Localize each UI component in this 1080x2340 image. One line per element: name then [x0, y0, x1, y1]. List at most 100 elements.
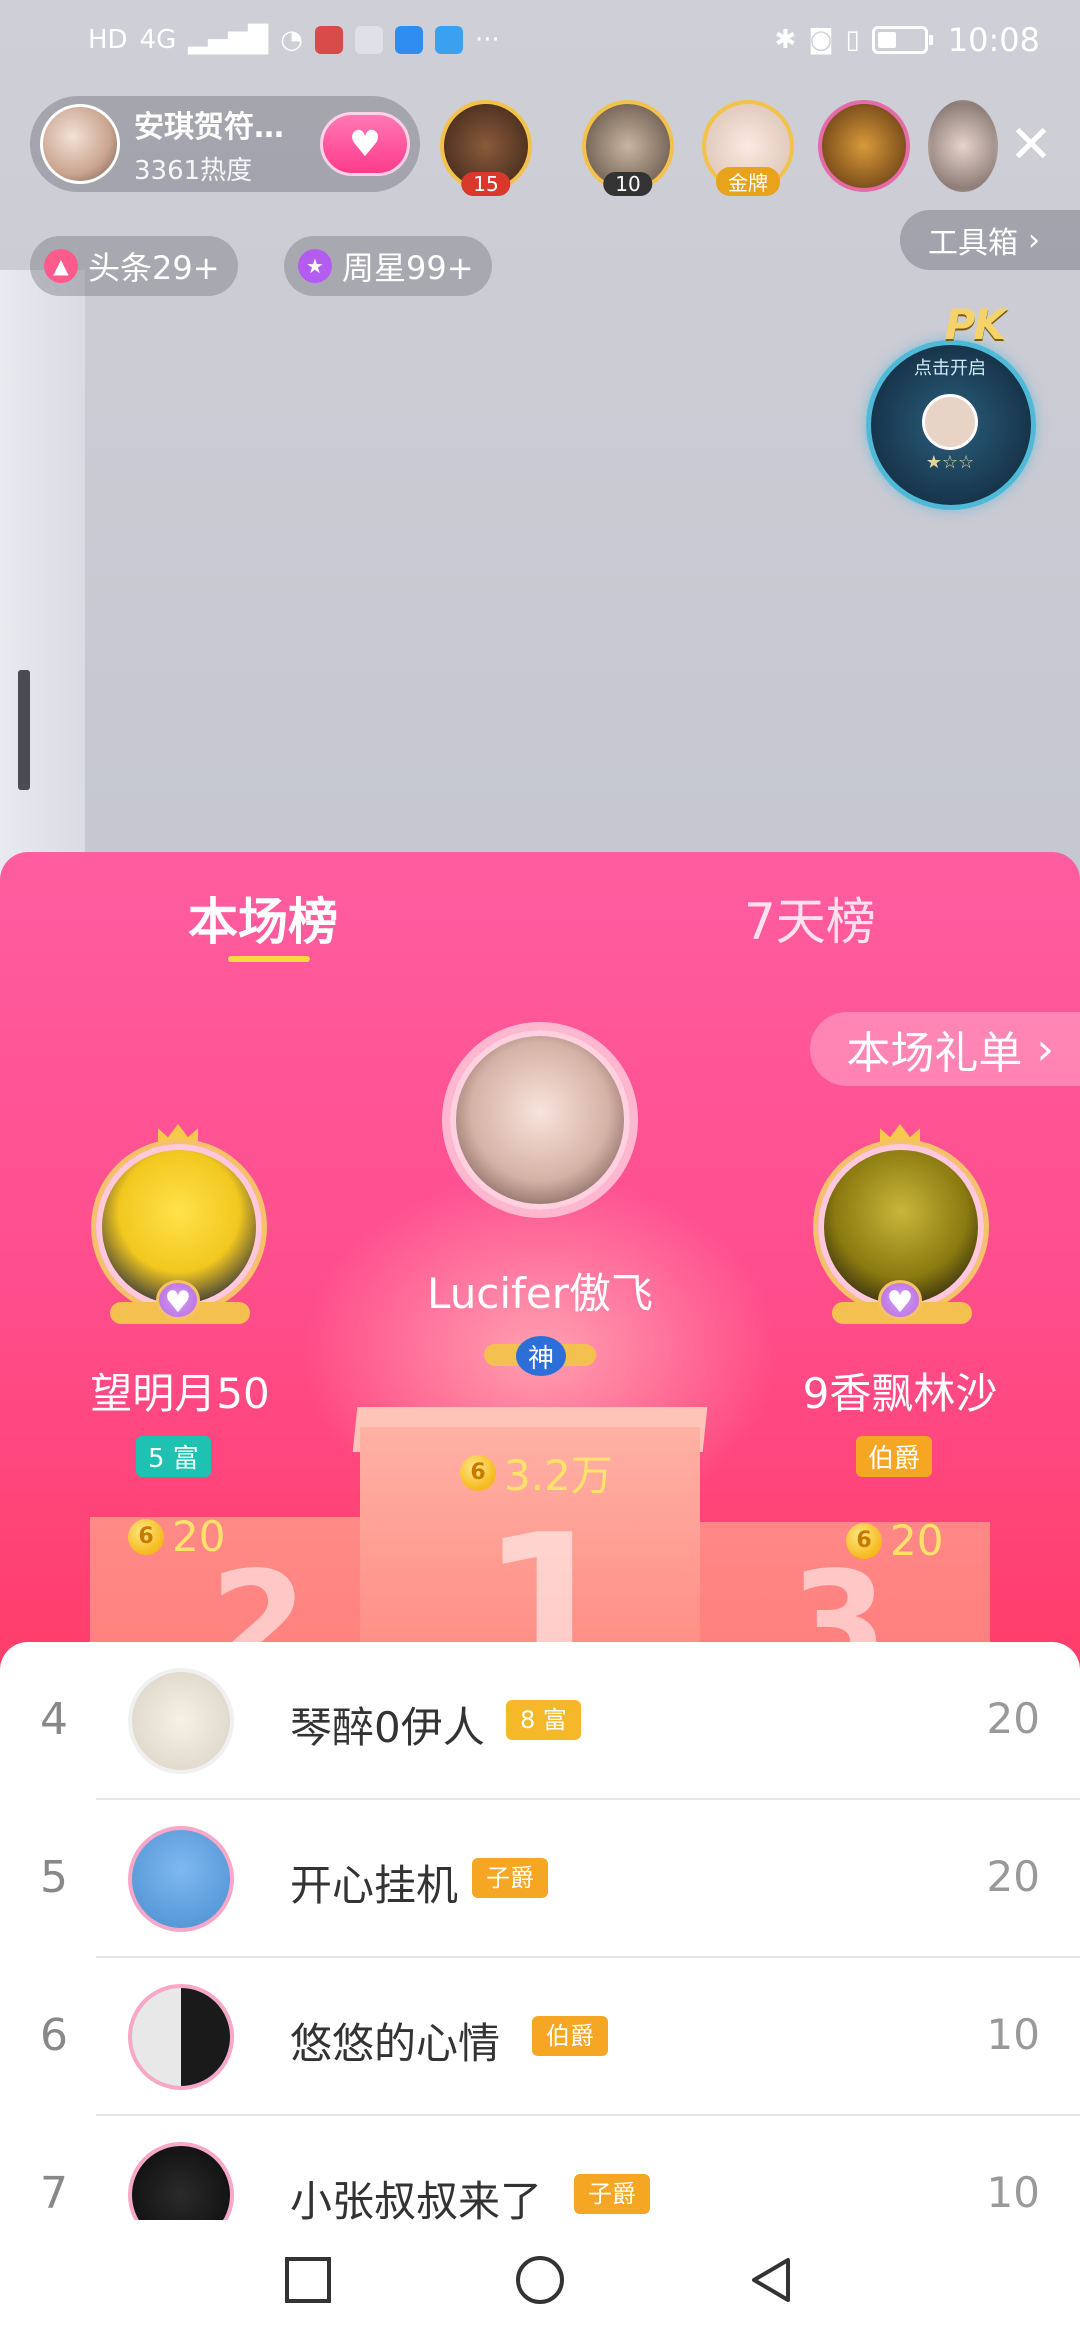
- more-notifications-icon: ···: [474, 25, 500, 55]
- row-rank: 4: [40, 1694, 68, 1745]
- headline-label: 头条29+: [88, 249, 220, 287]
- search-app-icon: [394, 26, 423, 54]
- vibrate-icon: ▯: [845, 25, 860, 55]
- row-name: 悠悠的心情: [290, 2019, 501, 2068]
- heart-medal-icon: ♥: [878, 1280, 922, 1320]
- crown-icon: [880, 1124, 920, 1146]
- status-bar: HD 4G ▂▄▆█ ◔ ··· ✱ ◙ ▯ 10:08: [0, 0, 1080, 80]
- tab-current-session[interactable]: 本场榜: [188, 882, 338, 954]
- mail-icon: [354, 26, 383, 54]
- third-place-score: 6 20: [846, 1516, 943, 1565]
- toolbox-button[interactable]: 工具箱 ›: [900, 210, 1080, 270]
- tab-7-days[interactable]: 7天榜: [744, 882, 876, 954]
- coin-icon: 6: [846, 1522, 882, 1559]
- host-heat: 3361热度: [134, 155, 253, 186]
- row-badge: 伯爵: [532, 2016, 608, 2056]
- second-place-score: 6 20: [128, 1512, 225, 1561]
- second-place-score-value: 20: [172, 1512, 226, 1561]
- row-rank: 5: [40, 1852, 68, 1903]
- status-left: HD 4G ▂▄▆█ ◔ ···: [88, 25, 500, 55]
- list-item[interactable]: 4 琴醉0伊人 8 富 20: [0, 1642, 1080, 1800]
- star-icon: ★: [298, 249, 332, 283]
- coin-icon: 6: [460, 1454, 496, 1491]
- viewer-badge: 10: [603, 172, 653, 196]
- pk-subtitle: 点击开启: [914, 358, 986, 379]
- row-score: 10: [986, 2168, 1040, 2217]
- weekly-star-tag[interactable]: ★ 周星99+: [284, 236, 492, 296]
- chevron-right-icon: ›: [1028, 222, 1040, 258]
- row-badge: 8 富: [506, 1700, 581, 1740]
- second-place-badge: 5 富: [136, 1436, 211, 1477]
- wall-switch: [18, 670, 30, 790]
- pk-avatar: [922, 394, 978, 450]
- first-place-score: 6 3.2万: [460, 1442, 613, 1503]
- first-place-score-value: 3.2万: [504, 1451, 613, 1500]
- app-notification-icon: [314, 26, 343, 54]
- background-wall: [0, 270, 85, 910]
- chevron-right-icon: ›: [1036, 1023, 1054, 1075]
- heart-icon: ♥: [348, 123, 382, 165]
- close-icon[interactable]: ✕: [1006, 119, 1056, 171]
- heart-medal-icon: ♥: [156, 1280, 200, 1320]
- wifi-icon: ◔: [280, 25, 303, 55]
- home-icon[interactable]: [514, 2254, 566, 2306]
- third-place-badge: 伯爵: [856, 1436, 933, 1477]
- row-score: 20: [986, 1694, 1040, 1743]
- bluetooth-icon: ✱: [774, 25, 797, 55]
- row-score: 20: [986, 1852, 1040, 1901]
- coin-icon: 6: [128, 1518, 164, 1555]
- row-name: 开心挂机: [290, 1861, 459, 1910]
- viewer-avatar-5[interactable]: [928, 100, 998, 192]
- row-badge: 子爵: [472, 1858, 548, 1898]
- row-rank: 6: [40, 2010, 68, 2061]
- row-avatar[interactable]: [128, 1826, 234, 1932]
- second-place-name: 望明月50: [90, 1369, 270, 1418]
- viewer-badge: 15: [461, 172, 511, 196]
- first-place-badge: 神: [516, 1336, 566, 1376]
- list-item[interactable]: 6 悠悠的心情 伯爵 10: [0, 1958, 1080, 2116]
- clock: 10:08: [947, 21, 1040, 59]
- toolbox-label: 工具箱: [928, 226, 1018, 261]
- weekly-star-label: 周星99+: [342, 249, 474, 287]
- third-place-score-value: 20: [890, 1516, 944, 1565]
- third-place-name: 9香飘林沙: [802, 1369, 998, 1418]
- row-avatar[interactable]: [128, 1984, 234, 2090]
- hd-icon: HD: [88, 25, 128, 55]
- recent-apps-icon[interactable]: [282, 2254, 334, 2306]
- follow-heart-button[interactable]: ♥: [320, 112, 410, 176]
- rank-tabs: 本场榜 7天榜: [0, 852, 1080, 972]
- viewer-avatar-2[interactable]: 10: [582, 100, 674, 196]
- tab-indicator: [228, 956, 310, 962]
- viewer-avatar-1[interactable]: 15: [440, 100, 532, 196]
- battery-icon: [871, 26, 933, 54]
- network-label: 4G: [139, 25, 177, 55]
- host-info: 安琪贺符… 3361热度: [134, 102, 320, 187]
- fire-icon: ▲: [44, 249, 78, 283]
- viewer-badge: 金牌: [716, 167, 780, 196]
- host-avatar[interactable]: [40, 104, 120, 184]
- row-badge: 子爵: [574, 2174, 650, 2214]
- viewer-avatar-3[interactable]: 金牌: [702, 100, 794, 196]
- list-item[interactable]: 5 开心挂机 子爵 20: [0, 1800, 1080, 1958]
- row-avatar[interactable]: [128, 1668, 234, 1774]
- headline-tag[interactable]: ▲ 头条29+: [30, 236, 238, 296]
- signal-icon: ▂▄▆█: [188, 25, 269, 55]
- row-rank: 7: [40, 2168, 68, 2219]
- gift-list-button[interactable]: 本场礼单 ›: [810, 1012, 1080, 1086]
- host-card[interactable]: 安琪贺符… 3361热度 ♥: [30, 96, 420, 192]
- viewer-avatar-4[interactable]: [818, 100, 910, 192]
- status-right: ✱ ◙ ▯ 10:08: [774, 21, 1040, 59]
- gift-list-label: 本场礼单: [846, 1028, 1023, 1079]
- pk-stars: ★☆☆: [925, 452, 975, 473]
- cloud-icon: [434, 26, 463, 54]
- first-place-name: Lucifer傲飞: [427, 1269, 653, 1318]
- pk-logo: PK: [944, 300, 1006, 349]
- crown-icon: [158, 1124, 198, 1146]
- back-icon[interactable]: [746, 2254, 798, 2306]
- camera-icon: ◙: [808, 25, 834, 55]
- first-place-avatar[interactable]: [450, 1030, 630, 1210]
- row-score: 10: [986, 2010, 1040, 2059]
- system-nav-bar: [0, 2220, 1080, 2340]
- host-name: 安琪贺符…: [134, 109, 284, 145]
- row-name: 琴醉0伊人: [290, 1703, 485, 1752]
